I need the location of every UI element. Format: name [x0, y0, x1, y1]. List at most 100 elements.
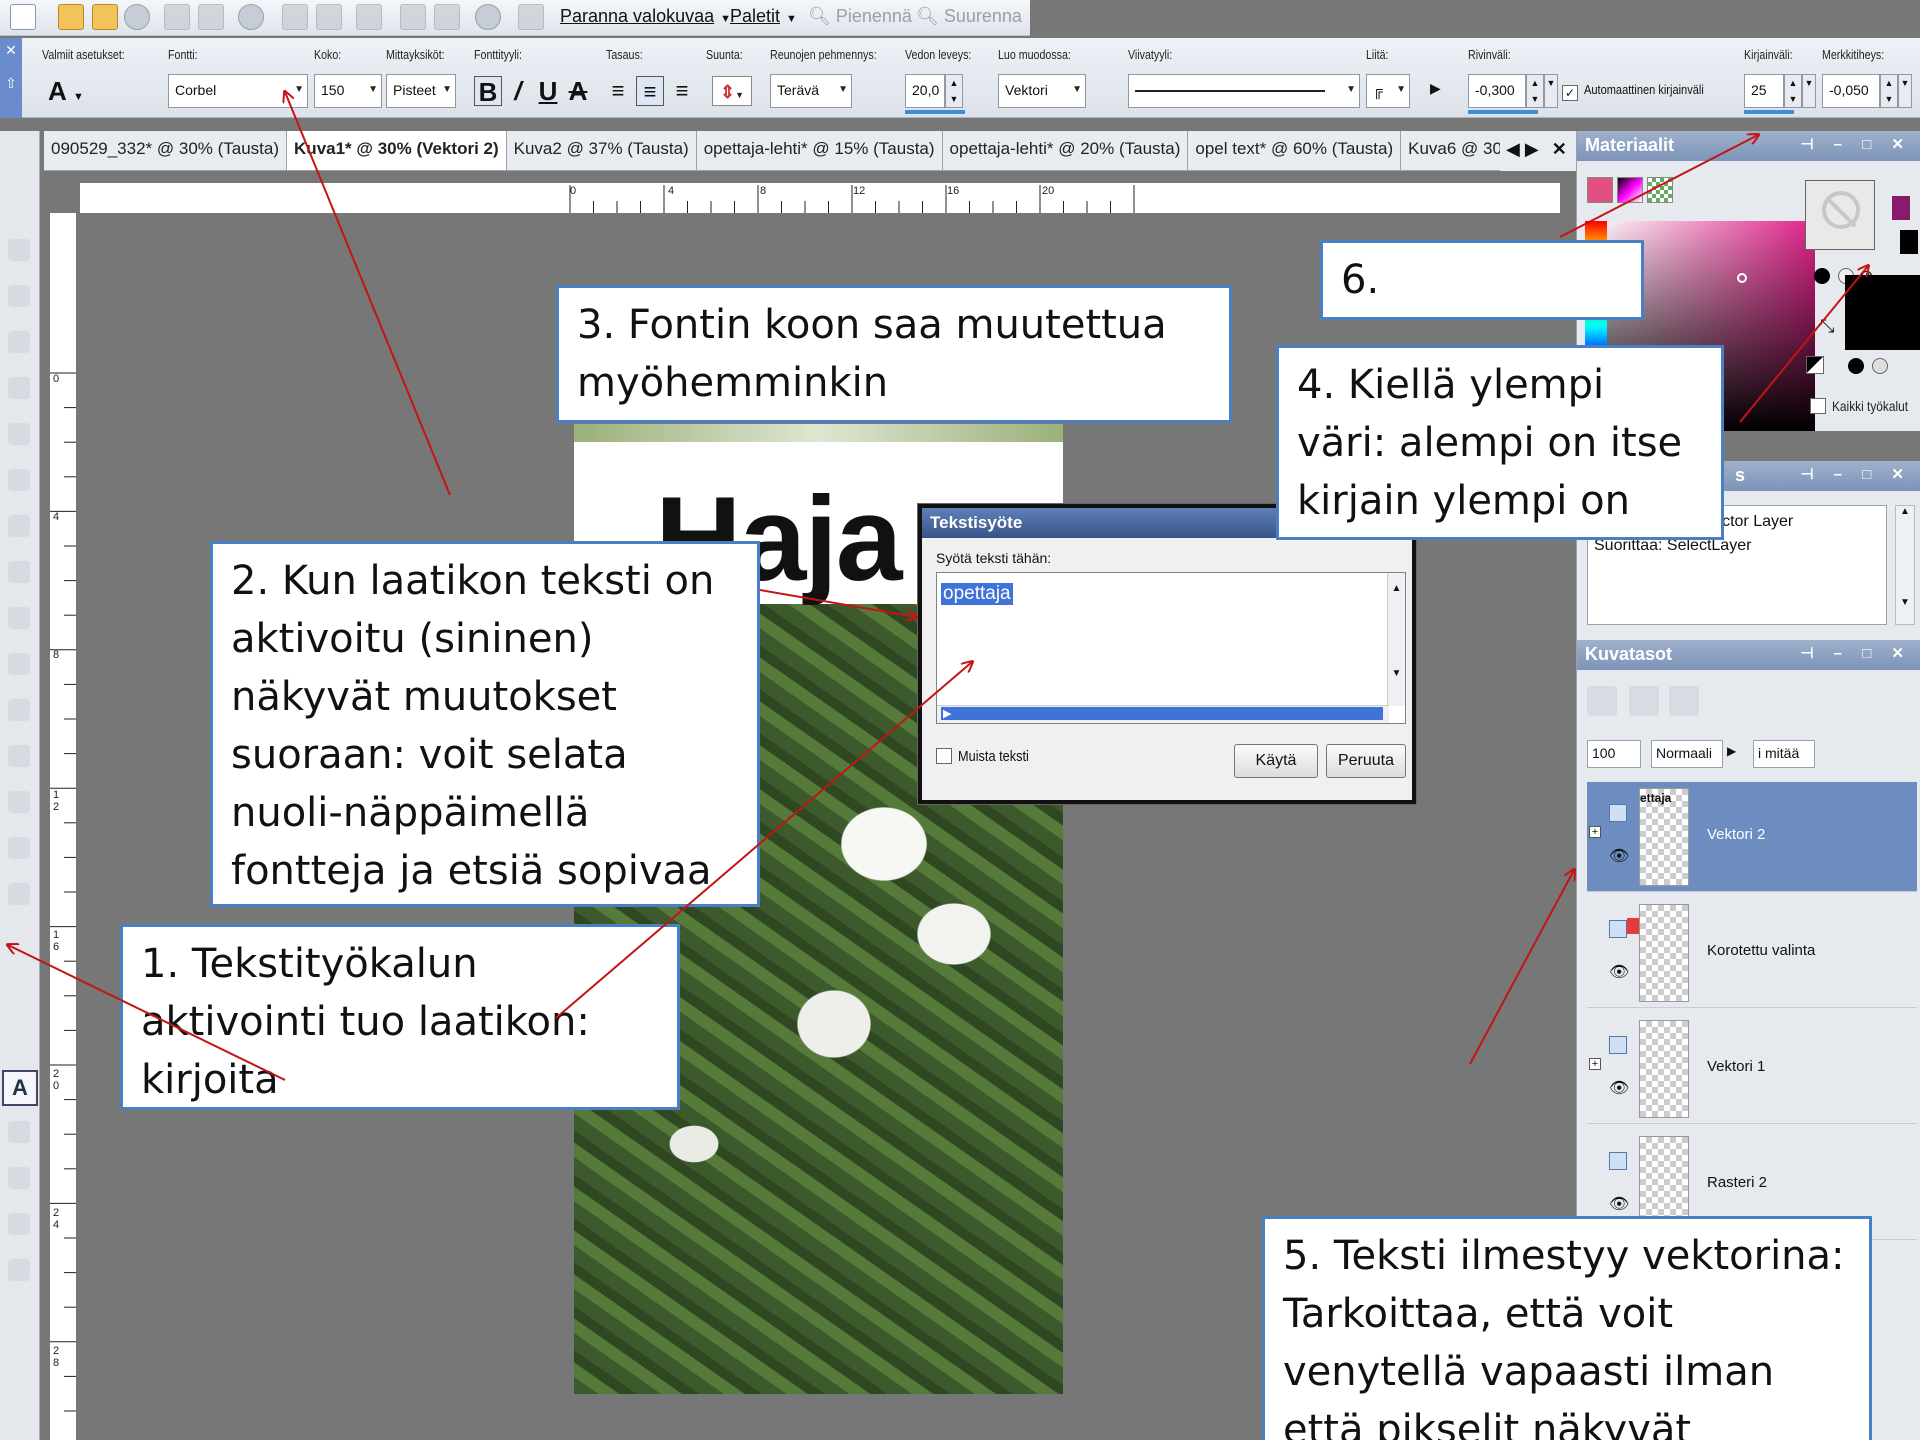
layer-name[interactable]: Rasteri 2 — [1707, 1174, 1767, 1191]
auto-kern-toggle[interactable]: ✓ Automaattinen kirjainväli — [1562, 82, 1725, 101]
menu-enhance-photo[interactable]: Paranna valokuvaa ▼ — [560, 6, 731, 27]
expand-icon[interactable]: + — [1589, 1058, 1601, 1070]
kerning-dropdown[interactable]: ▼ — [1898, 74, 1912, 108]
background-properties-swatch[interactable] — [1845, 275, 1920, 350]
eye-icon[interactable]: 👁︎ — [1609, 1078, 1629, 1098]
foreground-color[interactable] — [1892, 196, 1910, 220]
layer-row-vector2[interactable]: + 👁︎ ettaja Vektori 2 — [1587, 782, 1917, 892]
tracking-spinner[interactable]: ▲ ▼ — [1784, 74, 1802, 108]
chevron-right-icon[interactable]: ▶ — [1430, 80, 1441, 97]
smudge-tool-icon[interactable] — [8, 745, 30, 767]
layer-name[interactable]: Vektori 1 — [1707, 1058, 1765, 1075]
horizontal-scrollbar[interactable]: ◀▶ — [937, 705, 1389, 723]
scanner-icon[interactable] — [124, 4, 150, 30]
antialias-select[interactable]: Terävä ▼ — [770, 74, 852, 108]
leading-slider[interactable] — [1468, 110, 1538, 114]
close-icon[interactable]: ✕ ⇧ — [0, 38, 22, 118]
undo-icon[interactable] — [282, 4, 308, 30]
style-color-icon[interactable] — [1814, 268, 1830, 284]
chevron-up-icon[interactable]: ▲ — [1388, 583, 1405, 594]
vertical-scrollbar[interactable]: ▲ ▼ — [1387, 573, 1405, 706]
art-media-tool-icon[interactable] — [8, 1259, 30, 1281]
paste-icon[interactable] — [400, 4, 426, 30]
selected-text[interactable]: opettaja — [941, 583, 1013, 605]
cancel-button[interactable]: Peruuta — [1326, 744, 1406, 778]
straighten-tool-icon[interactable] — [8, 469, 30, 491]
direction-button[interactable]: ⇕▼ — [712, 76, 752, 106]
save-icon[interactable] — [164, 4, 190, 30]
layer-row-promoted-selection[interactable]: 👁︎ Korotettu valinta — [1587, 898, 1917, 1008]
picture-tube-tool-icon[interactable] — [8, 883, 30, 905]
tab-document-active[interactable]: Kuva1* @ 30% (Vektori 2) — [287, 131, 507, 170]
new-file-icon[interactable] — [10, 4, 36, 30]
join-select[interactable]: ╔ ▼ — [1366, 74, 1410, 108]
stroke-width-spinner[interactable]: ▲ ▼ — [945, 74, 963, 108]
panel-controls[interactable]: ⊣ – □ ✕ — [1800, 465, 1912, 483]
font-select[interactable]: Corbel ▼ — [168, 74, 308, 108]
expand-icon[interactable]: + — [1589, 826, 1601, 838]
paint-brush-tool-icon[interactable] — [8, 653, 30, 675]
menu-palettes[interactable]: Paletit ▼ — [730, 6, 797, 27]
eye-icon[interactable]: 👁︎ — [1609, 1194, 1629, 1214]
italic-button[interactable]: / — [504, 76, 532, 106]
fill-tool-icon[interactable] — [8, 837, 30, 859]
swatches-tab-icon[interactable] — [1647, 177, 1673, 203]
pick-tool-icon[interactable] — [8, 285, 30, 307]
strikethrough-button[interactable]: A — [564, 76, 592, 106]
foreground-properties-swatch[interactable] — [1805, 180, 1875, 250]
chevron-left-icon[interactable]: ◀ — [1506, 139, 1520, 159]
apply-button[interactable]: Käytä — [1234, 744, 1318, 778]
text-entry-field[interactable]: opettaja ▲▼ ◀▶ — [936, 572, 1406, 724]
more-options[interactable]: i mitää — [1753, 740, 1815, 768]
brush-icon[interactable] — [518, 4, 544, 30]
save-as-icon[interactable] — [198, 4, 224, 30]
checkbox-icon[interactable] — [1810, 398, 1826, 414]
align-right-icon[interactable]: ≡ — [668, 76, 696, 106]
bold-button[interactable]: B — [474, 76, 502, 107]
red-eye-tool-icon[interactable] — [8, 515, 30, 537]
selection-tool-icon[interactable] — [8, 331, 30, 353]
stroke-width-input[interactable]: 20,0 — [905, 74, 945, 108]
align-left-icon[interactable]: ≡ — [604, 76, 632, 106]
presets-button[interactable]: A ▼ — [48, 76, 84, 107]
tab-document[interactable]: opel text* @ 60% (Tausta) — [1188, 131, 1402, 170]
underline-button[interactable]: U — [534, 76, 562, 106]
checkbox-icon[interactable] — [936, 748, 952, 764]
size-select[interactable]: 150 ▼ — [314, 74, 382, 108]
history-scrollbar[interactable]: ▲ ▼ — [1895, 505, 1915, 625]
zoom-in-button[interactable]: 🔍︎ Suurenna — [916, 6, 1022, 27]
remember-text-checkbox[interactable]: Muista teksti — [936, 748, 1041, 765]
eye-icon[interactable]: 👁︎ — [1609, 846, 1629, 866]
close-icon[interactable]: ✕ — [1552, 139, 1567, 159]
tab-document[interactable]: opettaja-lehti* @ 20% (Tausta) — [943, 131, 1189, 170]
tab-document[interactable]: opettaja-lehti* @ 15% (Tausta) — [697, 131, 943, 170]
lighten-tool-icon[interactable] — [8, 699, 30, 721]
tab-document[interactable]: Kuva2 @ 37% (Tausta) — [507, 131, 697, 170]
text-tool-icon[interactable]: A — [2, 1070, 38, 1106]
create-as-select[interactable]: Vektori ▼ — [998, 74, 1086, 108]
all-tools-checkbox[interactable]: Kaikki työkalut — [1810, 398, 1920, 414]
picker-cursor[interactable] — [1737, 273, 1747, 283]
chevron-right-icon[interactable]: ▶ — [1525, 139, 1539, 159]
chevron-down-icon[interactable]: ▼ — [1896, 597, 1914, 608]
makeover-tool-icon[interactable] — [8, 561, 30, 583]
layer-row-vector1[interactable]: + 👁︎ Vektori 1 — [1587, 1014, 1917, 1124]
align-center-icon[interactable]: ≡ — [636, 76, 664, 106]
redo-icon[interactable] — [316, 4, 342, 30]
chevron-right-icon[interactable]: ▶ — [941, 707, 1383, 720]
checkbox-checked-icon[interactable]: ✓ — [1562, 85, 1578, 101]
tab-document[interactable]: 090529_332* @ 30% (Tausta) — [44, 131, 288, 170]
zoom-out-button[interactable]: 🔍︎ Pienennä — [808, 6, 912, 27]
tracking-dropdown[interactable]: ▼ — [1802, 74, 1816, 108]
swap-colors-icon[interactable]: ⤡ — [1820, 316, 1834, 337]
leading-spinner[interactable]: ▲ ▼ — [1526, 74, 1544, 108]
zoom-tool-icon[interactable] — [8, 239, 30, 261]
layer-name[interactable]: Korotettu valinta — [1707, 942, 1815, 959]
gradient-tab-icon[interactable] — [1617, 177, 1643, 203]
preset-shape-tool-icon[interactable] — [8, 1121, 30, 1143]
chevron-right-icon[interactable]: ▶ — [1727, 744, 1736, 758]
stroke-width-slider[interactable] — [905, 110, 965, 114]
info-icon[interactable] — [475, 4, 501, 30]
panel-controls[interactable]: ⊣ – □ ✕ — [1800, 644, 1912, 662]
units-select[interactable]: Pisteet ▼ — [386, 74, 456, 108]
